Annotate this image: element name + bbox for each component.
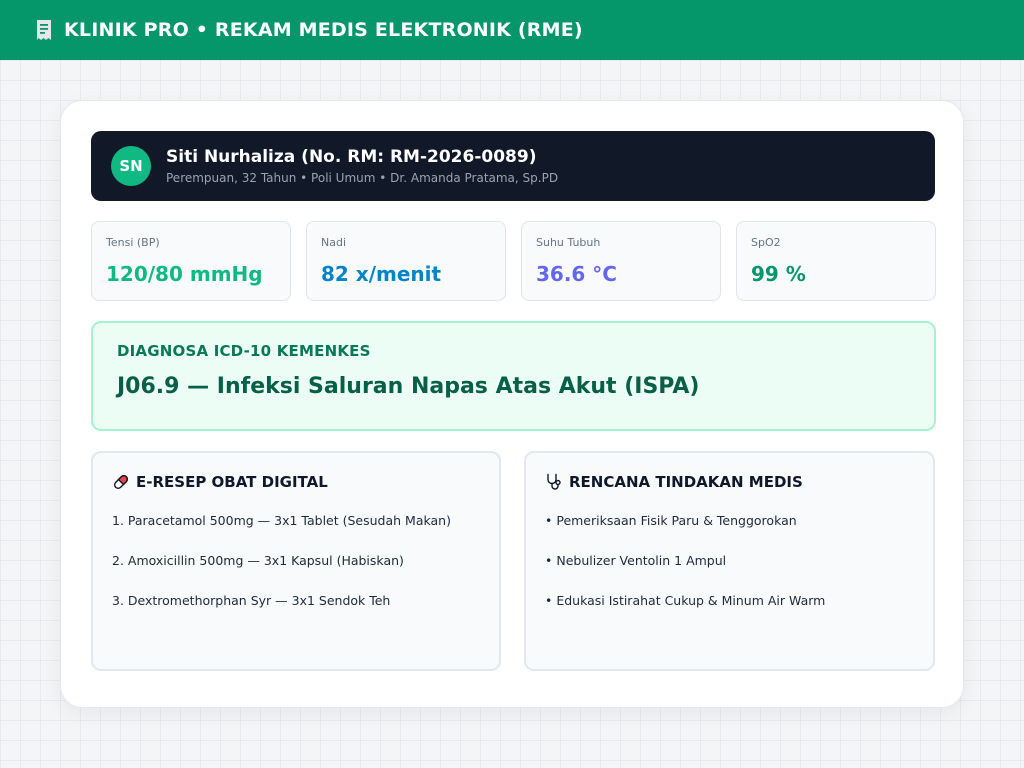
prescription-title-text: E-RESEP OBAT DIGITAL: [136, 473, 328, 491]
medical-record-card: SN Siti Nurhaliza (No. RM: RM-2026-0089)…: [60, 100, 964, 708]
vital-label: Tensi (BP): [106, 236, 160, 249]
diagnosis-box: DIAGNOSA ICD-10 KEMENKES J06.9 — Infeksi…: [91, 321, 936, 431]
list-item: • Pemeriksaan Fisik Paru & Tenggorokan: [545, 513, 797, 528]
vitals-row: Tensi (BP) 120/80 mmHg Nadi 82 x/menit S…: [91, 221, 936, 301]
list-item: 3. Dextromethorphan Syr — 3x1 Sendok Teh: [112, 593, 391, 608]
receipt-icon: [34, 19, 54, 41]
vital-value: 99 %: [751, 262, 806, 286]
plan-list: • Pemeriksaan Fisik Paru & Tenggorokan •…: [545, 513, 933, 609]
vital-value: 36.6 °C: [536, 262, 617, 286]
plan-panel: RENCANA TINDAKAN MEDIS • Pemeriksaan Fis…: [524, 451, 935, 671]
stethoscope-icon: [547, 473, 561, 490]
plan-title: RENCANA TINDAKAN MEDIS: [545, 473, 933, 491]
vital-value: 120/80 mmHg: [106, 262, 263, 286]
pill-icon: [113, 474, 129, 490]
patient-banner: SN Siti Nurhaliza (No. RM: RM-2026-0089)…: [91, 131, 935, 201]
vital-card-pulse: Nadi 82 x/menit: [306, 221, 506, 301]
vital-card-temperature: Suhu Tubuh 36.6 °C: [521, 221, 721, 301]
patient-meta: Perempuan, 32 Tahun • Poli Umum • Dr. Am…: [166, 171, 559, 185]
vital-label: Suhu Tubuh: [536, 236, 601, 249]
patient-info: Siti Nurhaliza (No. RM: RM-2026-0089) Pe…: [166, 146, 558, 186]
list-item: 2. Amoxicillin 500mg — 3x1 Kapsul (Habis…: [112, 553, 404, 568]
prescription-list: 1. Paracetamol 500mg — 3x1 Tablet (Sesud…: [112, 513, 499, 609]
app-header: KLINIK PRO • REKAM MEDIS ELEKTRONIK (RME…: [0, 0, 1024, 60]
avatar: SN: [111, 146, 151, 186]
list-item: 1. Paracetamol 500mg — 3x1 Tablet (Sesud…: [112, 513, 451, 528]
diagnosis-label: DIAGNOSA ICD-10 KEMENKES: [117, 342, 371, 360]
prescription-title: E-RESEP OBAT DIGITAL: [112, 473, 499, 491]
vital-card-bp: Tensi (BP) 120/80 mmHg: [91, 221, 291, 301]
vital-value: 82 x/menit: [321, 262, 442, 286]
patient-name: Siti Nurhaliza (No. RM: RM-2026-0089): [166, 147, 537, 167]
vital-card-spo2: SpO2 99 %: [736, 221, 936, 301]
list-item: • Nebulizer Ventolin 1 Ampul: [545, 553, 727, 568]
list-item: • Edukasi Istirahat Cukup & Minum Air Wa…: [545, 593, 826, 608]
diagnosis-value: J06.9 — Infeksi Saluran Napas Atas Akut …: [117, 374, 700, 399]
vital-label: SpO2: [751, 236, 781, 249]
vital-label: Nadi: [321, 236, 347, 249]
app-title: KLINIK PRO • REKAM MEDIS ELEKTRONIK (RME…: [64, 19, 583, 41]
plan-title-text: RENCANA TINDAKAN MEDIS: [569, 473, 803, 491]
prescription-panel: E-RESEP OBAT DIGITAL 1. Paracetamol 500m…: [91, 451, 501, 671]
